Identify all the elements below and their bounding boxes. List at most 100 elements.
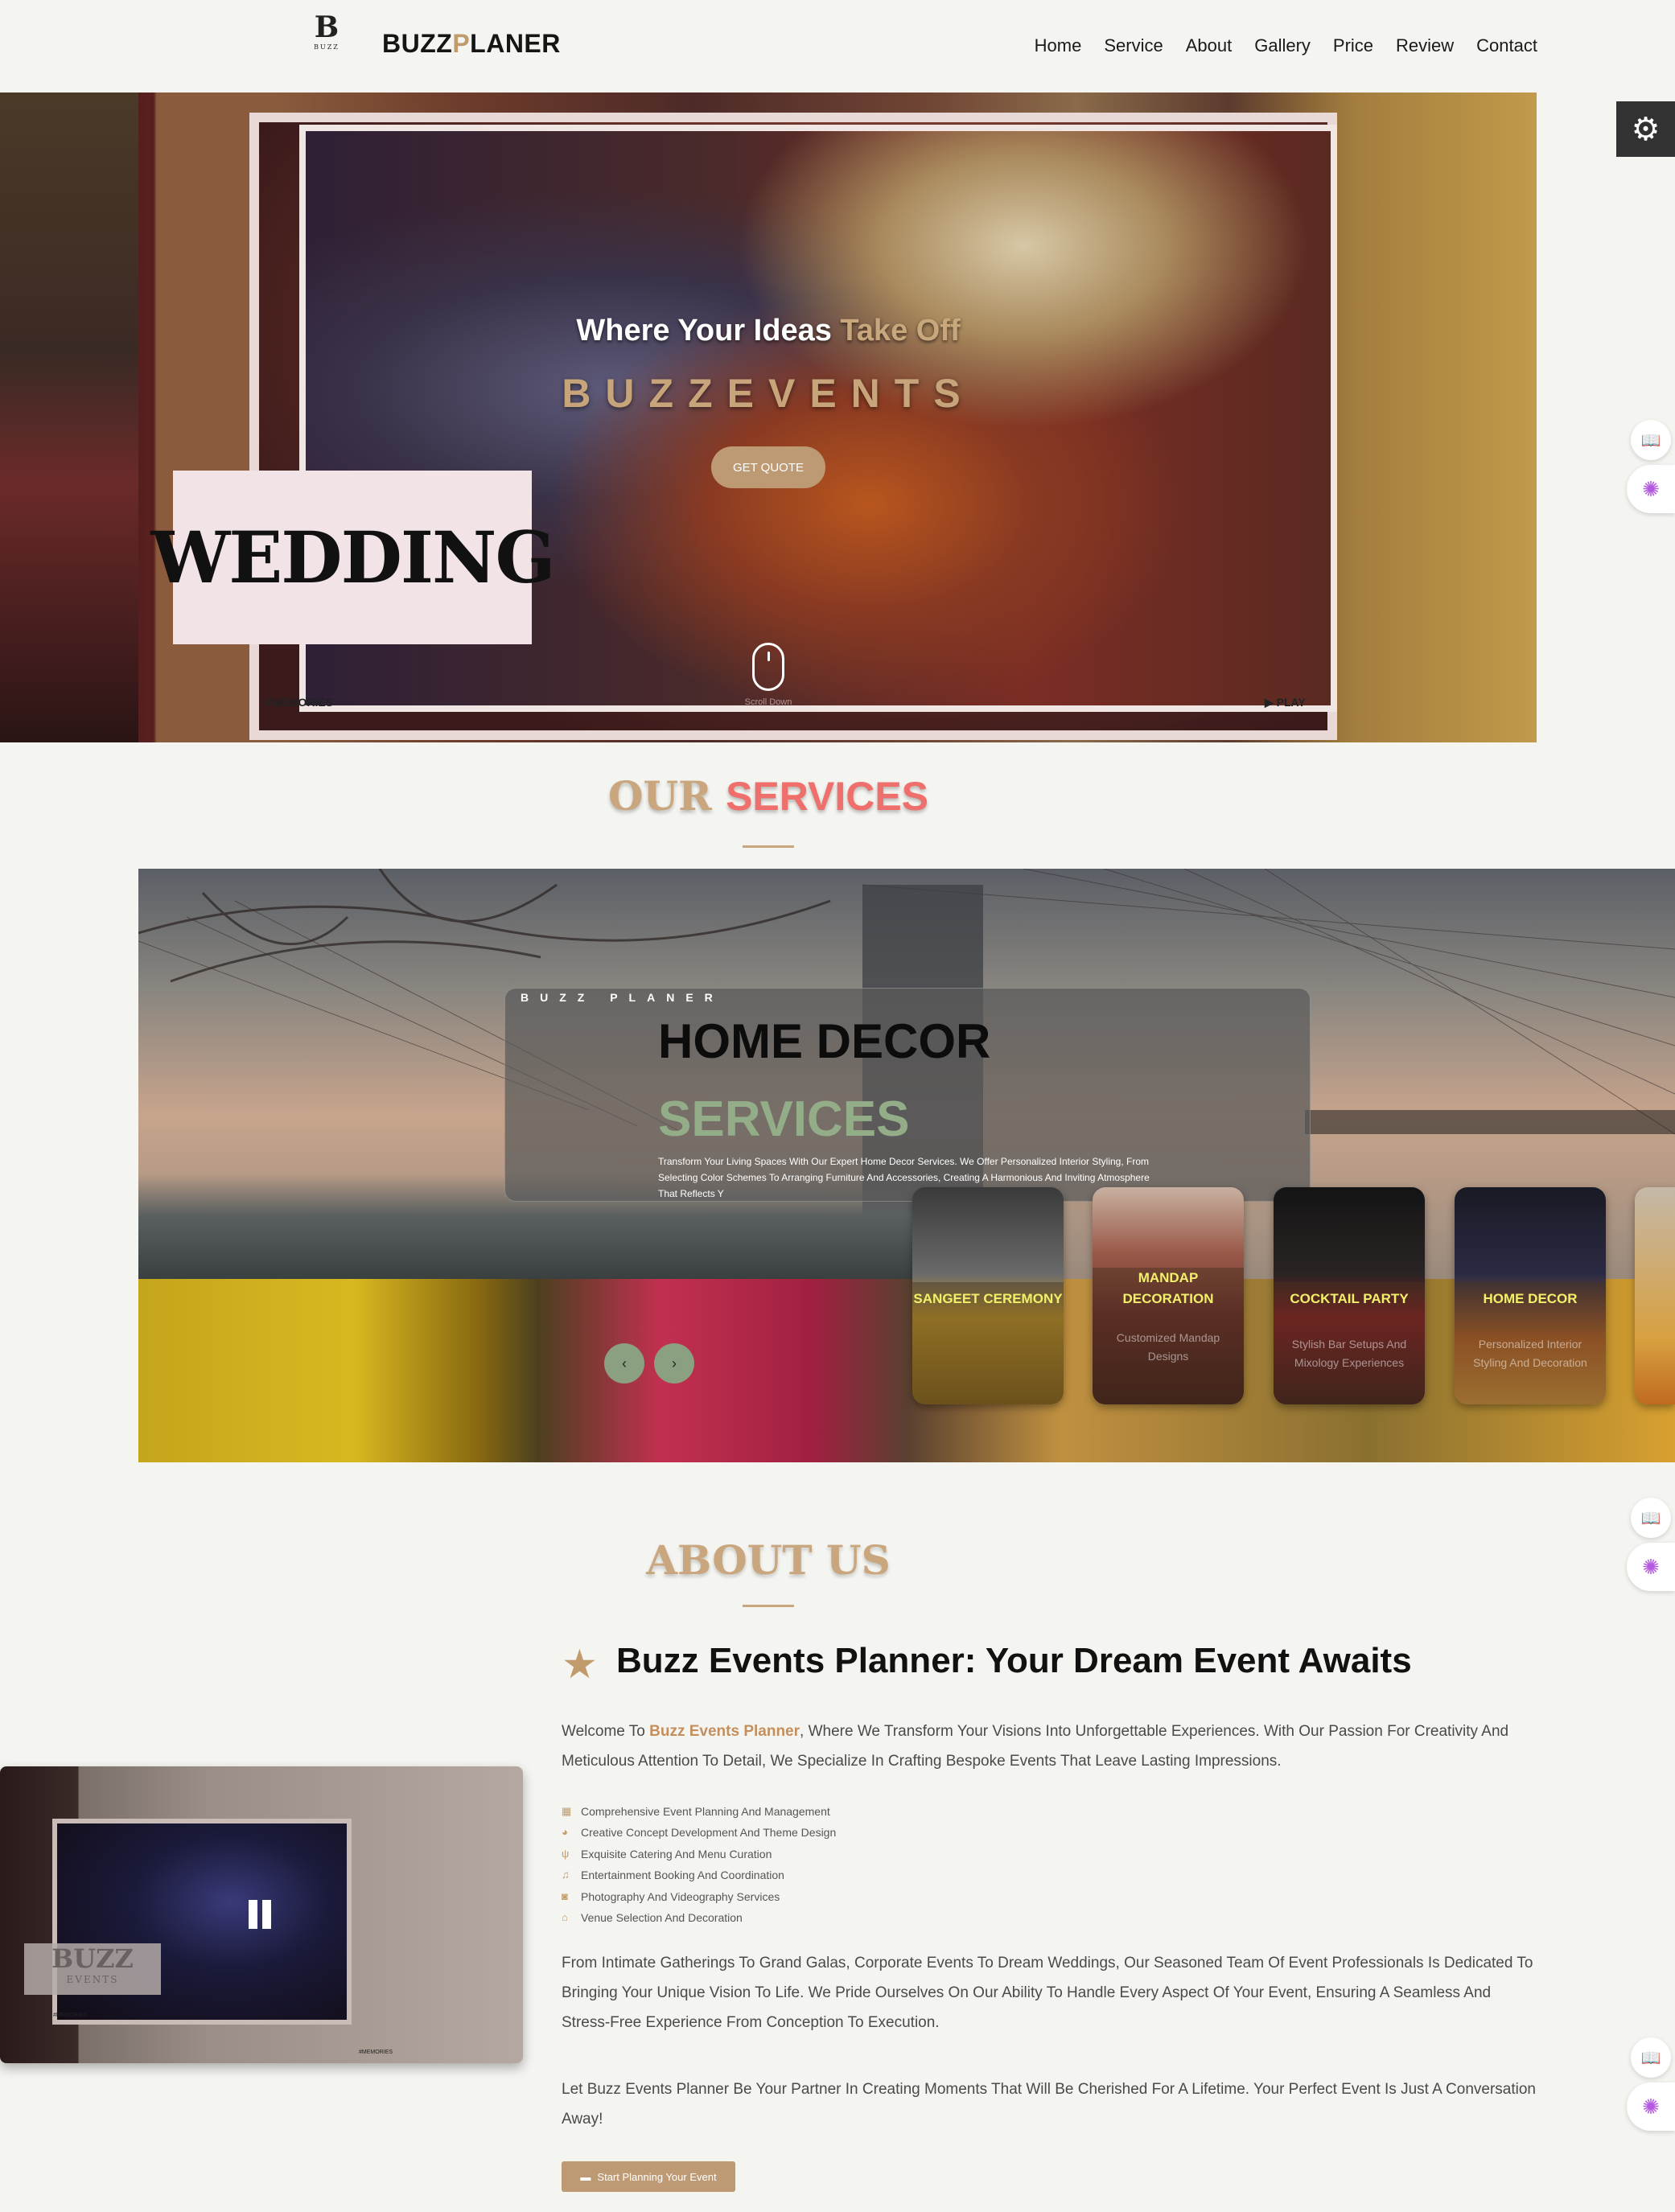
feature-list: ▦ Comprehensive Event Planning And Manage… [562,1801,836,1928]
services-title-1: OUR [607,772,726,820]
thumb-desc: Stylish Bar Setups And Mixology Experien… [1291,1338,1407,1369]
services-title-2: SERVICES [726,774,929,819]
about-heading-text: Buzz Events Planner: Your Dream Event Aw… [616,1641,1412,1680]
about-intro-1: Welcome To [562,1723,650,1740]
thumb-title: SANGEET CEREMONY [913,1291,1063,1306]
thumb-sangeet[interactable]: SANGEET CEREMONY [912,1187,1064,1404]
camera-icon: ◙ [562,1889,568,1902]
nav-gallery[interactable]: Gallery [1254,35,1311,56]
thumb-desc: Customized Mandap Designs [1116,1331,1220,1363]
brand-part-1: BUZZ [382,29,453,58]
about-title: ABOUT US [646,1536,891,1584]
slider-prev-button[interactable]: ‹ [604,1343,644,1384]
hero-tagline: Where Your Ideas Take Off [0,314,1537,348]
pause-icon[interactable] [246,1900,275,1929]
play-icon: ▶ [1265,696,1277,709]
nav-contact[interactable]: Contact [1476,35,1537,56]
thumb-mandap[interactable]: MANDAP DECORATION Customized Mandap Desi… [1093,1187,1244,1404]
nav-price[interactable]: Price [1333,35,1373,56]
start-planning-label: Start Planning Your Event [597,2170,717,2183]
play-label: PLAY [1276,696,1306,709]
brain-icon[interactable]: ✺ [1627,465,1675,513]
video-logo-card: BUZZ EVENTS [24,1943,161,1995]
brand-part-3: LANER [470,29,561,58]
gear-icon[interactable]: ⚙ [1616,101,1675,157]
slider-next-button[interactable]: › [654,1343,694,1384]
calendar-icon: ▦ [562,1805,572,1817]
start-planning-button[interactable]: ▬ Start Planning Your Event [562,2161,735,2192]
thumb-desc: Personalized Interior Styling And Decora… [1473,1338,1587,1369]
hero-tagline-2: Take Off [840,314,961,347]
reader-icon-4[interactable]: 📖 [1631,2037,1671,2078]
thumb-title: HOME DECOR [1483,1291,1578,1306]
feature-text: Comprehensive Event Planning And Managem… [581,1805,830,1818]
venue-icon: ⌂ [562,1911,568,1924]
site-header: B BUZZ BUZZPLANER Home Service About Gal… [0,0,1675,93]
main-nav: Home Service About Gallery Price Review … [1035,35,1537,56]
utensils-icon: ψ [562,1847,570,1860]
list-item: ♫ Entertainment Booking And Coordination [562,1865,836,1885]
feature-text: Photography And Videography Services [581,1889,780,1903]
video-memories-tag-2: #MEMORIES [359,2050,393,2055]
brain-icon-4[interactable]: ✺ [1627,2082,1675,2131]
feature-text: Creative Concept Development And Theme D… [581,1826,837,1840]
list-item: ψ Exquisite Catering And Menu Curation [562,1844,836,1865]
video-logo-sub: EVENTS [66,1974,119,1985]
palette-icon: ◕ [562,1826,568,1839]
video-memories-tag: #MEMORIES [53,2013,88,2018]
thumb-cocktail[interactable]: COCKTAIL PARTY Stylish Bar Setups And Mi… [1274,1187,1425,1404]
scroll-down-label: Scroll Down [744,697,792,707]
play-button[interactable]: ▶ PLAY [1265,696,1306,709]
brain-icon-3[interactable]: ✺ [1627,1543,1675,1591]
about-video[interactable]: BUZZ EVENTS #MEMORIES #MEMORIES [0,1766,523,2063]
feature-text: Entertainment Booking And Coordination [581,1869,784,1882]
get-quote-button[interactable]: GET QUOTE [711,446,825,488]
hero-banner: WEDDING Where Your Ideas Take Off BUZZEV… [0,93,1537,742]
list-item: ⌂ Venue Selection And Decoration [562,1907,836,1928]
slide-bottom-photo [138,1279,1675,1462]
services-divider [743,845,794,848]
slide-subtitle: SERVICES [658,1092,910,1147]
feature-text: Exquisite Catering And Menu Curation [581,1847,772,1860]
nav-review[interactable]: Review [1396,35,1454,56]
list-item: ◙ Photography And Videography Services [562,1886,836,1907]
logo-letter: B [314,10,340,44]
list-item: ▦ Comprehensive Event Planning And Manage… [562,1801,836,1822]
about-heading: Buzz Events Planner: Your Dream Event Aw… [563,1641,1412,1681]
services-title: OUR SERVICES [0,772,1537,820]
slide-description: Transform Your Living Spaces With Our Ex… [658,1156,1150,1199]
logo[interactable]: B BUZZ [304,11,349,63]
thumb-partial[interactable] [1635,1187,1675,1404]
about-paragraph-2: From Intimate Gatherings To Grand Galas,… [562,1955,1533,2031]
reader-icon-3[interactable]: 📖 [1631,1498,1671,1538]
reader-icon[interactable]: 📖 [1631,420,1671,460]
about-paragraph-3: Let Buzz Events Planner Be Your Partner … [562,2081,1536,2128]
hero-tagline-1: Where Your Ideas [576,314,841,347]
memories-tag: #MEMORIES [265,696,334,709]
wedding-card: WEDDING [150,471,556,644]
brand-name[interactable]: BUZZPLANER [382,29,561,59]
slide-title: HOME DECOR [658,1014,991,1068]
nav-about[interactable]: About [1186,35,1233,56]
music-icon: ♫ [562,1869,570,1881]
nav-service[interactable]: Service [1104,35,1163,56]
wedding-label: WEDDING [150,516,555,599]
about-intro: Welcome To Buzz Events Planner, Where We… [562,1717,1541,1776]
brand-part-2: P [452,29,471,58]
thumb-photo [1635,1187,1675,1404]
about-intro-highlight: Buzz Events Planner [649,1723,800,1740]
thumb-title: MANDAP DECORATION [1122,1270,1214,1306]
scroll-down-icon[interactable] [752,643,784,691]
nav-home[interactable]: Home [1035,35,1082,56]
calendar-icon: ▬ [580,2170,591,2183]
list-item: ◕ Creative Concept Development And Theme … [562,1822,836,1843]
thumb-home-decor[interactable]: HOME DECOR Personalized Interior Styling… [1455,1187,1606,1404]
hero-left-photo [0,93,138,742]
hero-brand: BUZZEVENTS [562,371,975,416]
logo-caption: BUZZ [314,43,340,51]
slide-kicker: BUZZ PLANER [521,991,724,1004]
feature-text: Venue Selection And Decoration [581,1911,743,1925]
about-divider [743,1605,794,1607]
video-logo-text: BUZZ [51,1943,134,1974]
thumb-title: COCKTAIL PARTY [1290,1291,1409,1306]
